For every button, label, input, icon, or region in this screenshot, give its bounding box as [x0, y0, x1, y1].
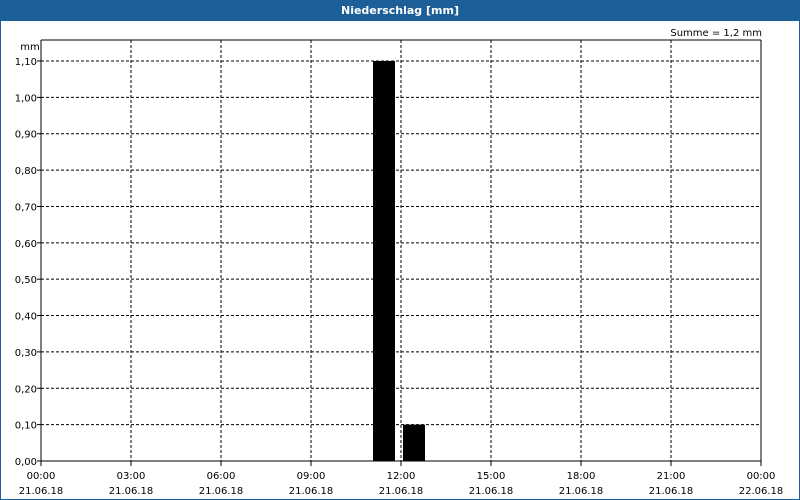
- sum-label: Summe = 1,2 mm: [670, 28, 762, 39]
- x-tick-time-label: 12:00: [387, 471, 416, 482]
- y-tick-label: 0,10: [15, 421, 37, 432]
- x-tick-date-label: 21.06.18: [469, 486, 514, 497]
- y-tick-label: 0,50: [15, 275, 37, 286]
- x-tick-date-label: 21.06.18: [109, 486, 154, 497]
- y-axis-label: mm: [20, 42, 39, 53]
- x-tick-date-label: 21.06.18: [289, 486, 334, 497]
- x-tick-time-label: 09:00: [297, 471, 326, 482]
- x-tick-time-label: 18:00: [567, 471, 596, 482]
- x-tick-date-label: 21.06.18: [19, 486, 64, 497]
- x-tick-date-label: 21.06.18: [379, 486, 424, 497]
- y-tick-label: 1,00: [15, 93, 37, 104]
- x-tick-date-label: 21.06.18: [649, 486, 694, 497]
- y-tick-label: 0,70: [15, 202, 37, 213]
- y-tick-label: 0,90: [15, 130, 37, 141]
- y-tick-label: 0,80: [15, 166, 37, 177]
- y-tick-label: 0,20: [15, 384, 37, 395]
- x-tick-date-label: 22.06.18: [739, 486, 784, 497]
- x-tick-time-label: 15:00: [477, 471, 506, 482]
- precipitation-bar: [403, 424, 425, 461]
- x-tick-time-label: 03:00: [117, 471, 146, 482]
- y-tick-label: 0,60: [15, 239, 37, 250]
- precipitation-chart: mm Summe = 1,2 mm 0,00 0,10 0,20 0,30 0,40 0,…: [15, 28, 784, 497]
- y-tick-label: 0,40: [15, 312, 37, 323]
- precipitation-bar: [373, 61, 395, 461]
- y-tick-label: 0,30: [15, 348, 37, 359]
- x-tick-time-label: 00:00: [747, 471, 776, 482]
- y-tick-label: 0,00: [15, 457, 37, 468]
- x-tick-time-label: 06:00: [207, 471, 236, 482]
- x-tick-date-label: 21.06.18: [199, 486, 244, 497]
- x-tick-time-label: 00:00: [27, 471, 56, 482]
- x-tick-time-label: 21:00: [657, 471, 686, 482]
- y-tick-label: 1,10: [15, 57, 37, 68]
- x-tick-date-label: 21.06.18: [559, 486, 604, 497]
